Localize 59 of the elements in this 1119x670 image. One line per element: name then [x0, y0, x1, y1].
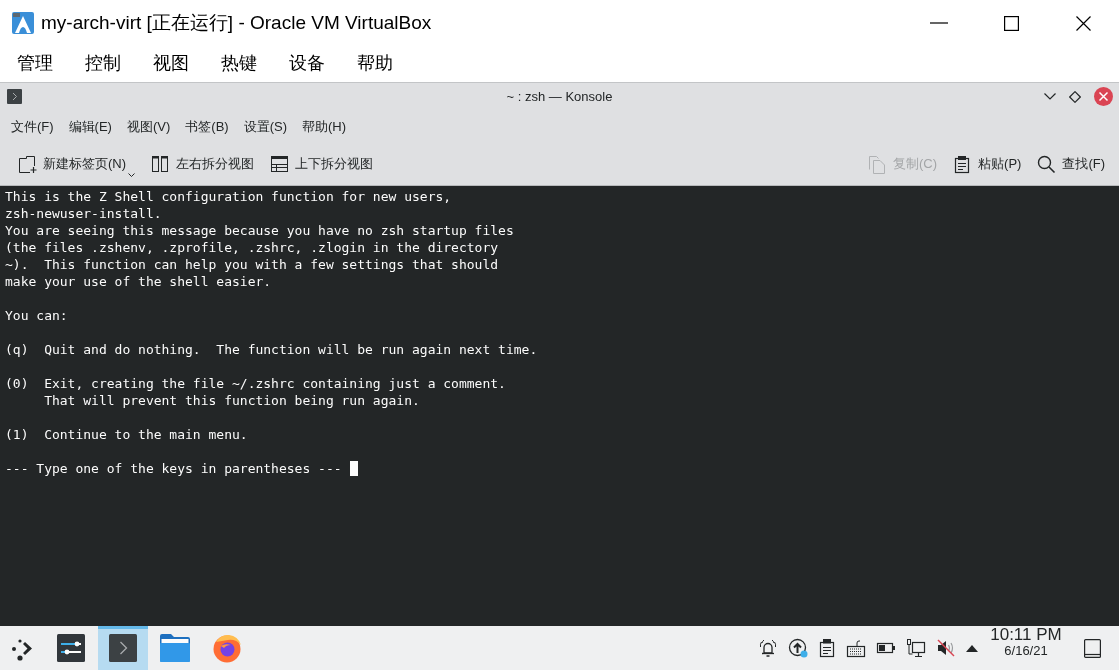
toolbar-button[interactable]: 粘贴(P)	[945, 150, 1030, 178]
menu-item[interactable]: 设备	[273, 53, 341, 75]
terminal-line: (q) Quit and do nothing. The function will be run again next time.	[5, 341, 539, 358]
caret-icon	[128, 172, 136, 177]
menu-item[interactable]: 设置(S)	[236, 116, 294, 137]
menu-item[interactable]: 文件(F)	[4, 116, 61, 137]
minimize-icon[interactable]	[1044, 93, 1056, 100]
terminal-line: That will prevent this function being run again.	[43, 392, 421, 409]
menu-item[interactable]: 帮助(H)	[295, 116, 354, 137]
keyboard-icon[interactable]	[846, 638, 866, 658]
rows-icon	[270, 154, 290, 174]
menu-item[interactable]: 管理	[1, 53, 69, 75]
menu-item[interactable]: 帮助	[341, 53, 409, 75]
menu-item[interactable]: 编辑(E)	[61, 116, 119, 137]
menu-item[interactable]: 视图	[137, 53, 205, 75]
volume-muted-icon[interactable]	[936, 638, 956, 658]
terminal-line: (0) Exit, creating the file ~/.zshrc containing just a comment.	[5, 375, 507, 392]
menu-item[interactable]: 书签(B)	[178, 116, 236, 137]
toolbar-button[interactable]: 查找(F)	[1029, 150, 1113, 178]
close-icon[interactable]	[1075, 15, 1091, 31]
text-cursor	[349, 461, 358, 476]
clock-time[interactable]: 10:11 PM	[990, 626, 1062, 644]
caret-up-icon[interactable]	[966, 644, 978, 652]
menu-item[interactable]: 控制	[69, 53, 137, 75]
window-title: ~ : zsh — Konsole	[506, 87, 613, 106]
terminal-line: You are seeing this message because you have no zsh startup files	[5, 222, 515, 239]
search-icon	[1037, 154, 1057, 174]
update-icon[interactable]	[788, 638, 808, 658]
terminal-line: (1) Continue to the main menu.	[5, 426, 249, 443]
terminal-line: make your use of the shell easier.	[5, 273, 273, 290]
menu-item[interactable]: 视图(V)	[119, 116, 178, 137]
maximize-icon[interactable]	[1003, 15, 1019, 31]
terminal-line: zsh-newuser-install.	[5, 205, 163, 222]
terminal-icon	[109, 634, 137, 662]
sliders-icon	[57, 634, 85, 662]
app-icon	[12, 12, 34, 34]
network-icon[interactable]	[906, 638, 926, 658]
task-button[interactable]	[98, 626, 148, 670]
columns-icon	[151, 154, 171, 174]
folder-icon	[160, 634, 190, 662]
new-tab-icon	[18, 154, 37, 174]
menu-item[interactable]: 热键	[205, 53, 273, 75]
terminal-line: You can:	[5, 307, 69, 324]
terminal-line: (the files .zshenv, .zprofile, .zshrc, .zlogin in the directory	[5, 239, 500, 256]
maximize-icon[interactable]	[1069, 90, 1081, 103]
globe-icon	[212, 633, 242, 663]
terminal-line: This is the Z Shell configuration function for new users,	[5, 188, 453, 205]
show-desktop-icon[interactable]	[1084, 638, 1101, 658]
clock-date[interactable]: 6/16/21	[1004, 643, 1048, 658]
terminal-icon	[7, 89, 22, 104]
toolbar-button[interactable]: 上下拆分视图	[262, 150, 382, 178]
toolbar-button[interactable]: 左右拆分视图	[143, 150, 263, 178]
copy-icon	[868, 154, 887, 174]
bell-icon[interactable]	[758, 638, 778, 658]
terminal-line: ~). This function can help you with a few settings that should	[5, 256, 500, 273]
clipboard-icon[interactable]	[818, 638, 836, 658]
window-title: my-arch-virt [正在运行] - Oracle VM VirtualBox	[41, 11, 432, 35]
toolbar-button[interactable]: 新建标签页(N)	[10, 150, 144, 178]
terminal-line: --- Type one of the keys in parentheses ---	[5, 460, 342, 477]
